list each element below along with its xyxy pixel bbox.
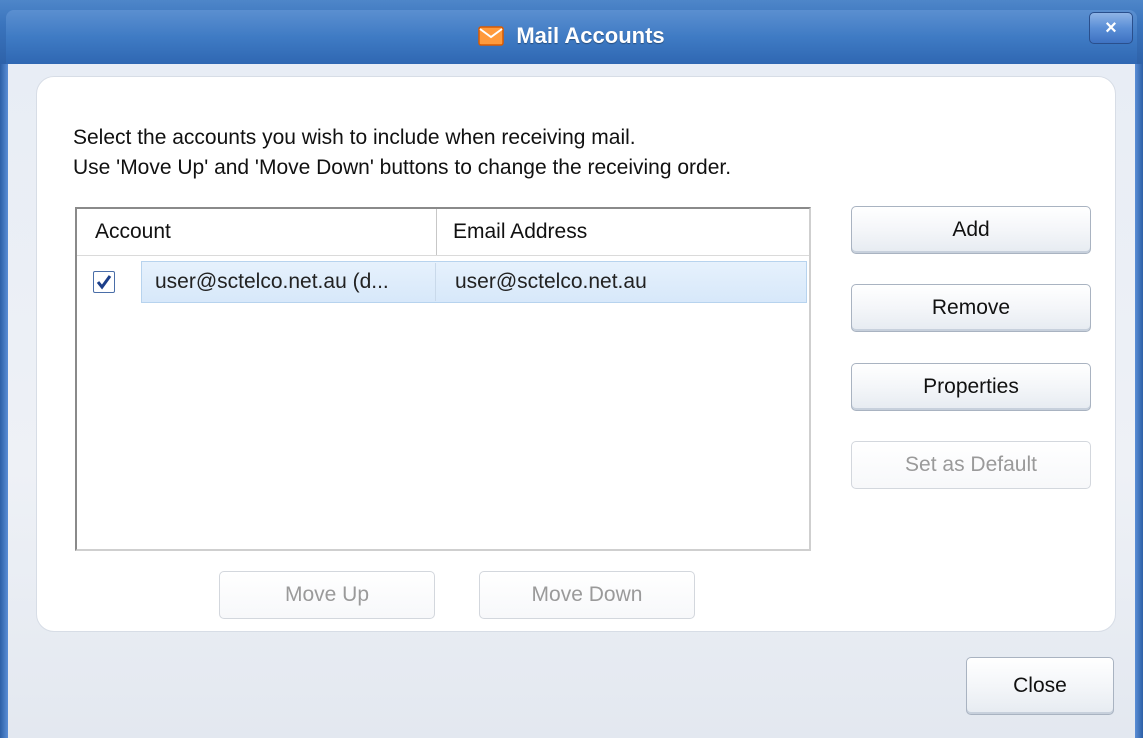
instruction-line-2: Use 'Move Up' and 'Move Down' buttons to… [73,156,732,179]
email-address-cell: user@sctelco.net.au [455,270,647,293]
window-title: Mail Accounts [516,23,665,48]
title-bar: Mail Accounts × [0,0,1143,70]
close-button[interactable]: Close [966,657,1114,715]
checkmark-icon [96,275,112,290]
column-header-account[interactable]: Account [77,209,437,255]
mail-accounts-window: Mail Accounts × Select the accounts you … [0,0,1143,738]
move-down-button[interactable]: Move Down [479,571,695,619]
column-divider [435,263,436,301]
mail-envelope-icon [478,26,505,46]
account-include-checkbox[interactable] [93,271,115,293]
set-as-default-button[interactable]: Set as Default [851,441,1091,489]
column-header-email[interactable]: Email Address [437,209,807,255]
account-name-cell: user@sctelco.net.au (d... [155,270,389,293]
add-button[interactable]: Add [851,206,1091,254]
instructions-text: Select the accounts you wish to include … [73,123,731,183]
close-window-button[interactable]: × [1089,12,1133,44]
account-row[interactable]: user@sctelco.net.au (d... user@sctelco.n… [77,261,809,303]
instruction-line-1: Select the accounts you wish to include … [73,126,636,149]
window-border-left [0,64,8,738]
accounts-panel: Select the accounts you wish to include … [36,76,1116,632]
accounts-list-header: Account Email Address [77,209,809,256]
move-up-button[interactable]: Move Up [219,571,435,619]
accounts-list[interactable]: Account Email Address user@sctelco.net.a… [75,207,811,551]
window-border-right [1135,64,1143,738]
properties-button[interactable]: Properties [851,363,1091,411]
remove-button[interactable]: Remove [851,284,1091,332]
dialog-client-area: Select the accounts you wish to include … [8,64,1135,738]
window-title-area: Mail Accounts [0,10,1143,62]
close-icon: × [1105,16,1117,39]
